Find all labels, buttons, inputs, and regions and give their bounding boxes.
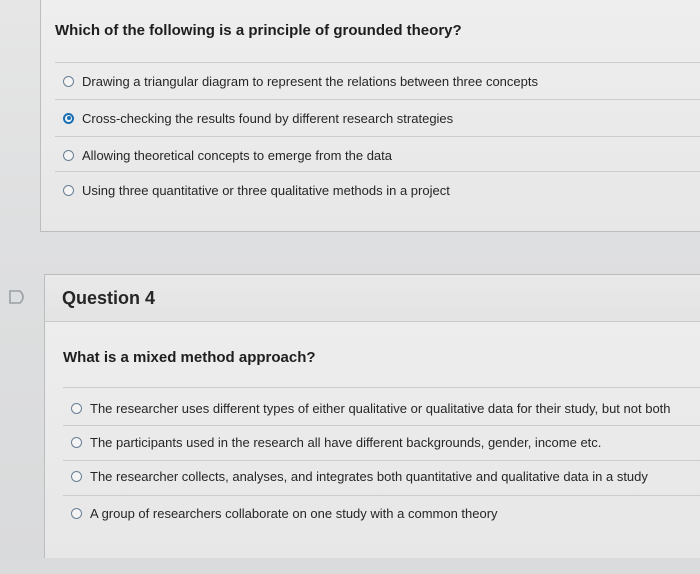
divider (55, 136, 700, 137)
q3-option-2-label[interactable]: Cross-checking the results found by diff… (82, 111, 453, 126)
radio-unselected-icon[interactable] (63, 184, 74, 196)
radio-unselected-icon[interactable] (71, 507, 82, 519)
question-4-title: Question 4 (62, 288, 156, 308)
radio-unselected-icon[interactable] (71, 470, 82, 482)
flag-question-icon[interactable] (0, 280, 36, 314)
question-4-header: Question 4 (45, 275, 700, 322)
question-4-text: What is a mixed method approach? (63, 349, 316, 366)
divider (55, 99, 700, 100)
divider (55, 171, 700, 172)
q4-option-1[interactable]: The researcher uses different types of e… (71, 391, 671, 425)
divider (63, 387, 700, 388)
q3-option-1[interactable]: Drawing a triangular diagram to represen… (63, 64, 538, 98)
q3-option-3[interactable]: Allowing theoretical concepts to emerge … (63, 138, 392, 172)
question-3-text: Which of the following is a principle of… (55, 22, 462, 39)
radio-unselected-icon[interactable] (71, 402, 82, 414)
radio-selected-icon[interactable] (63, 112, 74, 124)
question-4-card: Question 4 What is a mixed method approa… (44, 274, 700, 559)
q3-option-1-label[interactable]: Drawing a triangular diagram to represen… (82, 74, 538, 89)
radio-unselected-icon[interactable] (63, 75, 74, 87)
q4-option-3[interactable]: The researcher collects, analyses, and i… (71, 459, 648, 493)
q4-option-4-label[interactable]: A group of researchers collaborate on on… (90, 506, 498, 521)
q3-option-4-label[interactable]: Using three quantitative or three qualit… (82, 183, 450, 198)
radio-unselected-icon[interactable] (63, 149, 74, 161)
q4-option-2[interactable]: The participants used in the research al… (71, 425, 601, 459)
q3-option-4[interactable]: Using three quantitative or three qualit… (63, 173, 450, 207)
q4-option-2-label[interactable]: The participants used in the research al… (90, 435, 601, 450)
radio-unselected-icon[interactable] (71, 436, 82, 448)
question-3-card: Which of the following is a principle of… (40, 0, 700, 232)
page-bottom-edge (0, 558, 700, 574)
q4-option-4[interactable]: A group of researchers collaborate on on… (71, 496, 498, 530)
q4-option-3-label[interactable]: The researcher collects, analyses, and i… (90, 469, 648, 484)
q3-option-3-label[interactable]: Allowing theoretical concepts to emerge … (82, 148, 392, 163)
q3-option-2[interactable]: Cross-checking the results found by diff… (63, 101, 453, 135)
q4-option-1-label[interactable]: The researcher uses different types of e… (90, 401, 671, 416)
divider (55, 62, 700, 63)
